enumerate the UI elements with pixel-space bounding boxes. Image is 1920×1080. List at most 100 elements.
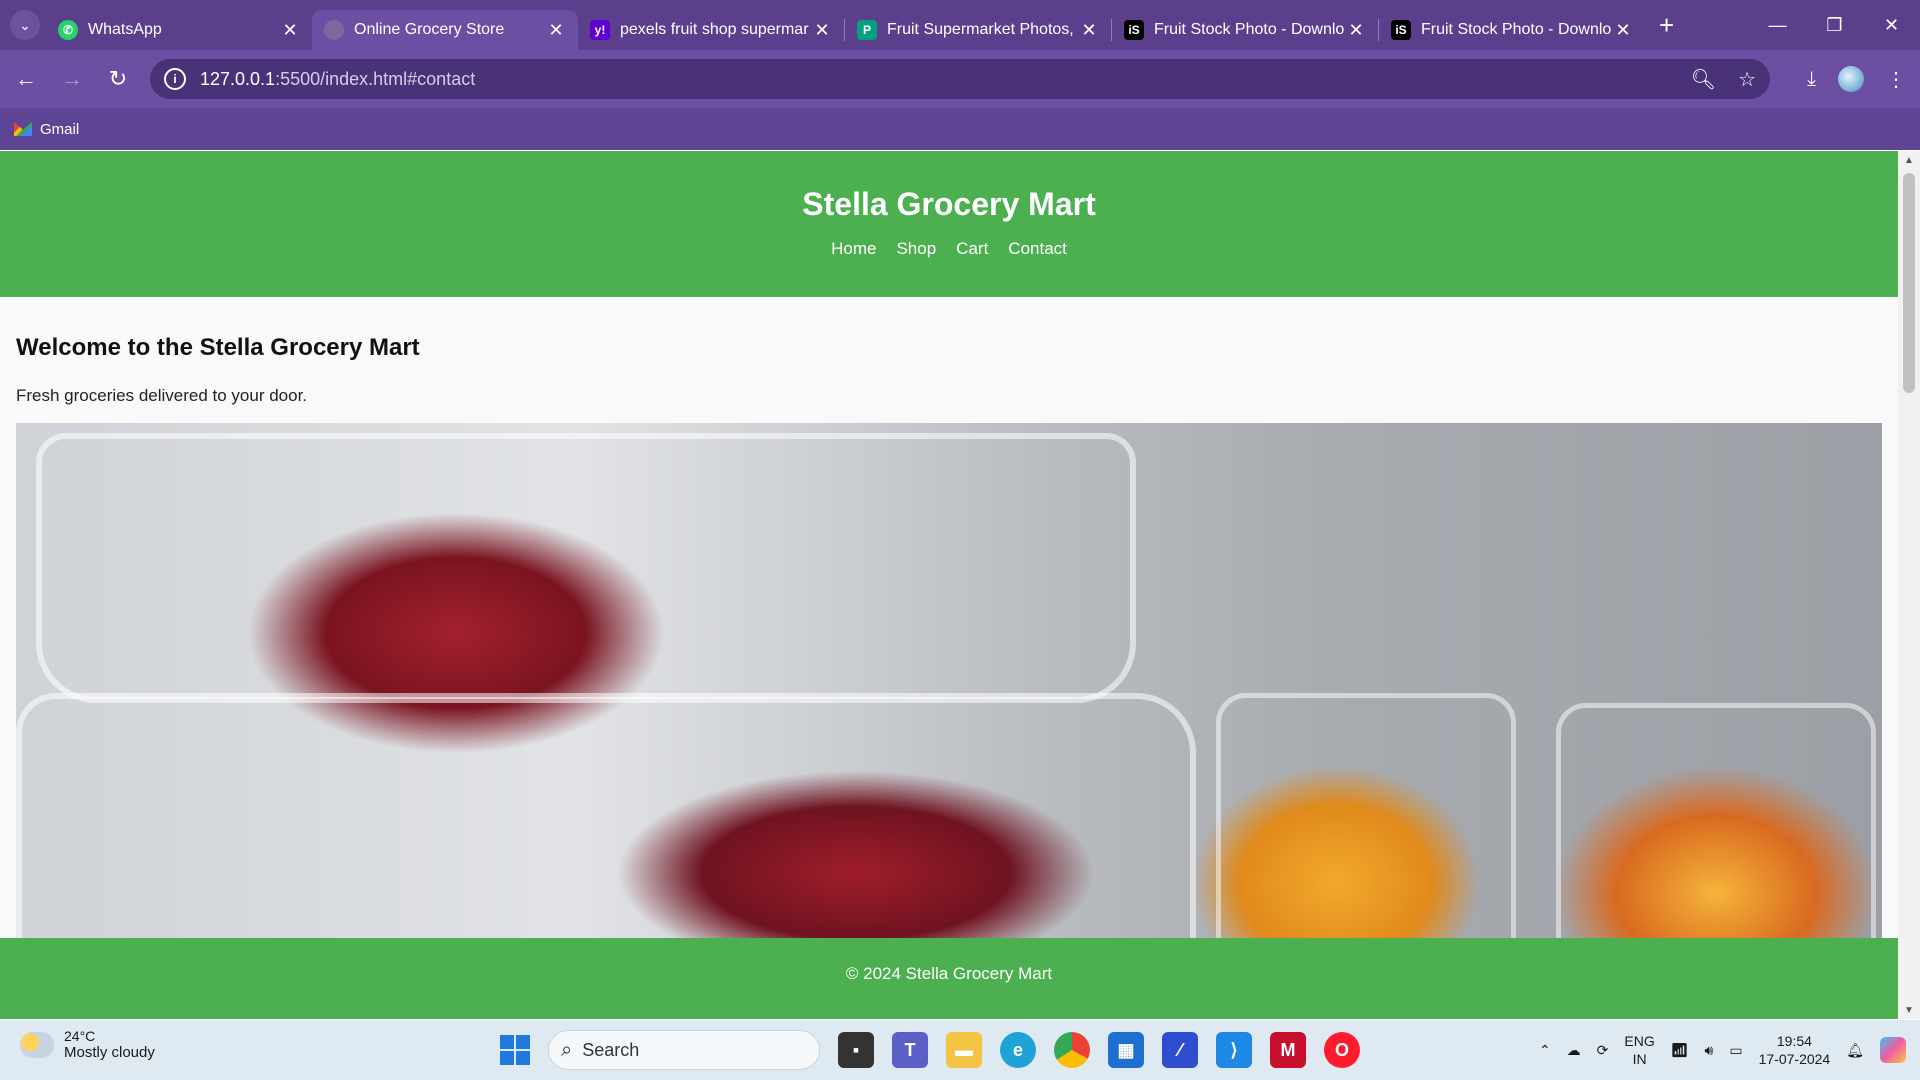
lang-region: IN	[1632, 1051, 1647, 1067]
cloud-icon	[20, 1031, 54, 1058]
close-icon[interactable]: ✕	[1079, 20, 1099, 41]
bookmark-gmail[interactable]: Gmail	[40, 121, 79, 138]
clock-time: 19:54	[1776, 1033, 1812, 1049]
url-host: 127.0.0.1	[200, 68, 276, 89]
yahoo-icon: y!	[590, 20, 610, 40]
bookmark-star-icon[interactable]: ☆	[1738, 67, 1756, 92]
browser-toolbar: ← → ↻ i 127.0.0.1:5500/index.html#contac…	[0, 50, 1920, 108]
search-placeholder: Search	[582, 1039, 640, 1060]
whatsapp-icon: ✆	[58, 20, 78, 40]
download-icon[interactable]: ⤓	[1807, 68, 1816, 91]
zoom-icon[interactable]: 🔍︎	[1691, 67, 1716, 92]
scroll-up-icon[interactable]: ▲	[1898, 151, 1920, 169]
scrollbar-thumb[interactable]	[1903, 173, 1915, 393]
tab-title: WhatsApp	[88, 21, 162, 38]
tab-title: Fruit Supermarket Photos, I	[887, 21, 1079, 38]
fruit-cup	[1216, 693, 1516, 945]
close-icon[interactable]: ✕	[546, 20, 566, 41]
welcome-heading: Welcome to the Stella Grocery Mart	[16, 334, 420, 361]
site-footer: © 2024 Stella Grocery Mart	[0, 938, 1898, 1019]
address-bar[interactable]: i 127.0.0.1:5500/index.html#contact 🔍︎ ☆	[150, 59, 1770, 99]
forward-arrow-icon[interactable]: →	[52, 59, 92, 99]
reload-icon[interactable]: ↻	[98, 59, 138, 99]
istock-icon: iS	[1391, 20, 1411, 40]
site-header: Stella Grocery Mart Home Shop Cart Conta…	[0, 151, 1898, 297]
onedrive-icon[interactable]: ☁	[1567, 1042, 1581, 1059]
tab-title: pexels fruit shop supermar	[620, 21, 809, 38]
site-title: Stella Grocery Mart	[802, 186, 1096, 222]
glass-container-top	[36, 433, 1136, 703]
footer-copyright: © 2024 Stella Grocery Mart	[845, 964, 1053, 983]
tagline: Fresh groceries delivered to your door.	[16, 386, 308, 405]
file-explorer-icon[interactable]: ▬	[946, 1032, 982, 1068]
teams-icon[interactable]: T	[892, 1032, 928, 1068]
volume-icon[interactable]: 🔊︎	[1705, 1042, 1714, 1059]
close-icon[interactable]: ✕	[280, 20, 300, 41]
tab-istock-1[interactable]: iS Fruit Stock Photo - Downlo ✕	[1112, 10, 1378, 50]
tab-whatsapp[interactable]: ✆ WhatsApp ✕	[46, 10, 312, 50]
tab-title: Fruit Stock Photo - Downlo	[1421, 21, 1612, 38]
chevron-up-icon[interactable]: ⌃	[1539, 1042, 1551, 1059]
edge-icon[interactable]: e	[1000, 1032, 1036, 1068]
system-tray: ⌃ ☁ ⟳ ENG IN 📶︎ 🔊︎ ▭ 19:54 17-07-2024 🔔︎	[1539, 1020, 1920, 1080]
notification-bell-icon[interactable]: 🔔︎	[1846, 1042, 1864, 1059]
task-view-icon[interactable]: ▪	[838, 1032, 874, 1068]
scroll-down-icon[interactable]: ▼	[1898, 1001, 1920, 1019]
close-icon[interactable]: ✕	[1346, 20, 1366, 41]
store-icon[interactable]: ▦	[1108, 1032, 1144, 1068]
clock-date: 17-07-2024	[1758, 1051, 1831, 1067]
tab-istock-2[interactable]: iS Fruit Stock Photo - Downlo ✕	[1379, 10, 1645, 50]
battery-icon[interactable]: ▭	[1729, 1042, 1742, 1059]
tab-search-button[interactable]: ⌄	[10, 10, 40, 40]
tab-title: Fruit Stock Photo - Downlo	[1154, 21, 1345, 38]
tab-title: Online Grocery Store	[354, 21, 505, 38]
weather-temp: 24°C	[64, 1028, 96, 1044]
close-icon[interactable]: ✕	[1613, 20, 1633, 41]
wifi-icon[interactable]: 📶︎	[1671, 1042, 1689, 1059]
mcafee-icon[interactable]: M	[1270, 1032, 1306, 1068]
profile-avatar[interactable]	[1838, 66, 1864, 92]
powerautomate-icon[interactable]: ⁄	[1162, 1032, 1198, 1068]
window-controls: — ❐ ✕	[1749, 0, 1920, 50]
pexels-icon: P	[857, 20, 877, 40]
page-viewport: Stella Grocery Mart Home Shop Cart Conta…	[0, 151, 1898, 1019]
nav-shop-link[interactable]: Shop	[896, 239, 936, 259]
gmail-icon	[14, 122, 32, 136]
weather-widget[interactable]: 24°C Mostly cloudy	[20, 1028, 155, 1061]
fruit-display-image	[16, 423, 1882, 945]
istock-icon: iS	[1124, 20, 1144, 40]
site-nav: Home Shop Cart Contact	[0, 239, 1898, 259]
opera-icon[interactable]: O	[1324, 1032, 1360, 1068]
back-arrow-icon[interactable]: ←	[6, 59, 46, 99]
url-path: :5500/index.html#contact	[275, 68, 476, 89]
sync-icon[interactable]: ⟳	[1597, 1042, 1609, 1059]
menu-kebab-icon[interactable]: ⋮	[1886, 67, 1906, 92]
close-icon[interactable]: ✕	[812, 20, 832, 41]
globe-icon	[324, 20, 344, 40]
language-indicator[interactable]: ENG IN	[1624, 1032, 1654, 1068]
welcome-section: Welcome to the Stella Grocery Mart Fresh…	[0, 334, 1898, 945]
restore-icon[interactable]: ❐	[1806, 0, 1863, 50]
taskbar-search[interactable]: ⌕ Search	[548, 1030, 820, 1070]
tab-pexels[interactable]: P Fruit Supermarket Photos, I ✕	[845, 10, 1111, 50]
site-info-icon[interactable]: i	[164, 68, 186, 90]
page-scrollbar[interactable]: ▲ ▼	[1898, 151, 1920, 1019]
tab-online-grocery-store[interactable]: Online Grocery Store ✕	[312, 10, 578, 50]
bookmarks-bar: Gmail	[0, 108, 1920, 150]
windows-taskbar: 24°C Mostly cloudy ⌕ Search ▪ T ▬ e ▦ ⁄ …	[0, 1020, 1920, 1080]
chrome-icon[interactable]	[1054, 1032, 1090, 1068]
vscode-icon[interactable]: ⟩	[1216, 1032, 1252, 1068]
windows-start-icon[interactable]	[500, 1035, 530, 1065]
copilot-icon[interactable]	[1880, 1037, 1906, 1063]
fruit-cup	[1556, 703, 1876, 945]
nav-home-link[interactable]: Home	[831, 239, 876, 259]
nav-cart-link[interactable]: Cart	[956, 239, 988, 259]
close-window-icon[interactable]: ✕	[1863, 0, 1920, 50]
nav-contact-link[interactable]: Contact	[1008, 239, 1067, 259]
lang-primary: ENG	[1624, 1033, 1655, 1049]
clock[interactable]: 19:54 17-07-2024	[1759, 1032, 1831, 1068]
minimize-icon[interactable]: —	[1749, 0, 1806, 50]
new-tab-button[interactable]: +	[1659, 10, 1674, 41]
browser-tabstrip: ⌄ ✆ WhatsApp ✕ Online Grocery Store ✕ y!…	[0, 0, 1920, 50]
tab-yahoo-search[interactable]: y! pexels fruit shop supermar ✕	[578, 10, 844, 50]
